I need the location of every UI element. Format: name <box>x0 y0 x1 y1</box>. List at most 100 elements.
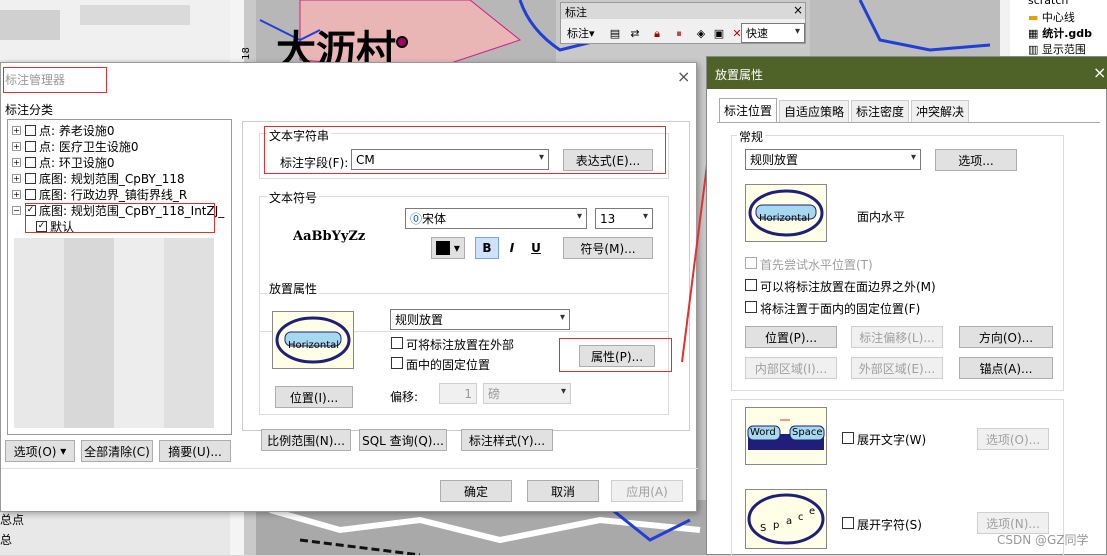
class-label: 标注分类 <box>5 103 54 117</box>
text-string-highlight <box>264 126 666 174</box>
offset-unit-select[interactable]: 磅 ▾ <box>483 383 571 404</box>
title-highlight <box>3 67 107 93</box>
spread-char-p: p <box>773 520 780 531</box>
labeling-quality-select[interactable]: 快速 ▾ <box>741 23 805 43</box>
properties-highlight <box>559 338 672 372</box>
spread-chars-checkbox[interactable] <box>842 517 854 529</box>
font-icon: ⓪ <box>410 212 423 226</box>
catalog-item-scratch[interactable]: scratch <box>1028 0 1068 7</box>
collapse-icon[interactable]: − <box>12 205 21 215</box>
summary-button[interactable]: 摘要(U)... <box>159 440 231 462</box>
placement-group-label: 放置属性 <box>267 280 320 297</box>
catalog-item-centerline[interactable]: ▬ 中心线 <box>1028 9 1075 25</box>
font-size-select[interactable]: 13 ▾ <box>595 208 653 229</box>
position-button[interactable]: 位置(I)... <box>275 386 353 408</box>
label-offset-button[interactable]: 标注偏移(L)... <box>851 326 943 348</box>
general-options-button[interactable]: 选项... <box>935 149 1017 171</box>
color-button[interactable]: ▾ <box>431 237 465 259</box>
outside-label: 可将标注放置在外部 <box>406 338 515 352</box>
outside-boundary-checkbox[interactable] <box>745 279 757 291</box>
tree-item-elderly[interactable]: + 点: 养老设施0 <box>12 122 115 138</box>
fixed-label: 面中的固定位置 <box>406 358 491 372</box>
font-select[interactable]: ⓪ 宋体 ▾ <box>405 208 587 229</box>
spread-words-checkbox[interactable] <box>842 432 854 444</box>
expand-icon[interactable]: + <box>12 125 21 135</box>
preview-text: Horizontal <box>288 340 340 351</box>
underline-button[interactable]: U <box>525 237 547 259</box>
anchor-button[interactable]: 锚点(A)... <box>959 357 1053 379</box>
spread-char-s: S <box>760 523 767 534</box>
lock-labels-icon[interactable]: 🔒︎ <box>649 27 665 41</box>
tab-fitting-strategy[interactable]: 自适应策略 <box>779 100 849 122</box>
tree-checkbox[interactable] <box>25 124 36 136</box>
tree-checkbox[interactable] <box>25 172 36 184</box>
symbol-button[interactable]: 符号(M)... <box>563 237 653 259</box>
tab-label-density[interactable]: 标注密度 <box>851 100 909 122</box>
try-horizontal-checkbox[interactable] <box>745 257 757 269</box>
preview-text-2: Horizontal <box>759 213 811 224</box>
catalog-item-display-range[interactable]: ▥ 显示范围 <box>1028 41 1086 57</box>
outside-checkbox[interactable] <box>391 337 403 349</box>
general-position-button[interactable]: 位置(P)... <box>745 326 837 348</box>
general-preview: Horizontal <box>745 184 827 242</box>
catalog-item-gdb[interactable]: ▦ 统计.gdb <box>1028 25 1092 41</box>
expand-icon[interactable]: + <box>12 189 21 199</box>
toolbar-menu[interactable]: 标注▾ <box>567 25 595 41</box>
tree-checkbox[interactable] <box>25 188 36 200</box>
label-class-tree[interactable]: + 点: 养老设施0 + 点: 医疗卫生设施0 + 点: 环卫设施0 + 底图: 规划范… <box>7 119 232 435</box>
tab-conflict-resolution[interactable]: 冲突解决 <box>911 100 969 122</box>
gdb-icon: ▦ <box>1028 27 1043 40</box>
label-weight-icon[interactable]: ⇄ <box>627 27 643 41</box>
general-group-label: 常规 <box>737 128 766 145</box>
placement-dialog-header <box>707 57 1107 89</box>
fixed-checkbox[interactable] <box>391 357 403 369</box>
italic-button[interactable]: I <box>501 237 523 259</box>
placement-dialog-title: 放置属性 <box>715 68 764 82</box>
toolbar-close-icon[interactable]: × <box>793 3 803 17</box>
scale-range-button[interactable]: 比例范围(N)... <box>261 429 351 451</box>
tree-item-sanitation[interactable]: + 点: 环卫设施0 <box>12 154 115 170</box>
tree-item-admin-boundary[interactable]: + 底图: 行政边界_镇街界线_R <box>12 186 187 202</box>
tab-label-position[interactable]: 标注位置 <box>719 98 777 122</box>
place-label-icon[interactable]: ▣ <box>711 27 727 41</box>
toolbar-title: 标注 <box>565 6 587 19</box>
fixed-position-checkbox[interactable] <box>745 301 757 313</box>
ruler-label: 18 <box>240 47 252 60</box>
spread-char-a: a <box>786 516 793 527</box>
tree-highlight <box>25 203 215 233</box>
bold-button[interactable]: B <box>475 237 499 259</box>
spread-chars-label: 展开字符(S) <box>857 518 922 532</box>
pause-labeling-icon[interactable]: ⏸ <box>671 27 687 41</box>
tree-item-planning-range[interactable]: + 底图: 规划范围_CpBY_118 <box>12 170 185 186</box>
map-point-marker <box>396 36 408 48</box>
left-pane-text-2: 总 <box>0 533 13 547</box>
watermark: CSDN @GZ同学 <box>997 533 1089 547</box>
label-style-button[interactable]: 标注样式(Y)... <box>461 429 553 451</box>
tree-checkbox[interactable] <box>25 156 36 168</box>
outer-area-button[interactable]: 外部区域(E)... <box>851 357 943 379</box>
sql-query-button[interactable]: SQL 查询(Q)... <box>359 429 447 451</box>
offset-input[interactable]: 1 <box>439 383 477 404</box>
placement-mode-select[interactable]: 规则放置 ▾ <box>390 309 570 330</box>
ok-button[interactable]: 确定 <box>440 480 512 502</box>
try-horizontal-label: 首先尝试水平位置(T) <box>760 258 873 272</box>
preview-caption: 面内水平 <box>857 210 906 224</box>
tree-checkbox[interactable] <box>25 140 36 152</box>
polygon-placement-select[interactable]: 规则放置 ▾ <box>745 149 921 170</box>
direction-button[interactable]: 方向(O)... <box>959 326 1053 348</box>
expand-icon[interactable]: + <box>12 141 21 151</box>
view-unplaced-icon[interactable]: ◈ <box>693 27 709 41</box>
apply-button[interactable]: 应用(A) <box>611 480 683 502</box>
placement-dialog-close-icon[interactable]: × <box>1093 63 1106 82</box>
spread-word-2: Space <box>792 427 823 438</box>
options-button[interactable]: 选项(O) ▾ <box>5 440 75 462</box>
cancel-button[interactable]: 取消 <box>527 480 599 502</box>
tree-item-medical[interactable]: + 点: 医疗卫生设施0 <box>12 138 139 154</box>
expand-icon[interactable]: + <box>12 173 21 183</box>
inner-area-button[interactable]: 内部区域(I)... <box>745 357 837 379</box>
label-manager-icon[interactable]: ▤ <box>607 27 623 41</box>
label-manager-dialog: 标注管理器 × 标注分类 + 点: 养老设施0 + 点: 医疗卫生设施0 + 点: 环… <box>0 62 698 512</box>
clear-all-button[interactable]: 全部清除(C) <box>81 440 153 462</box>
spread-words-options-button[interactable]: 选项(O)... <box>977 428 1049 450</box>
expand-icon[interactable]: + <box>12 157 21 167</box>
